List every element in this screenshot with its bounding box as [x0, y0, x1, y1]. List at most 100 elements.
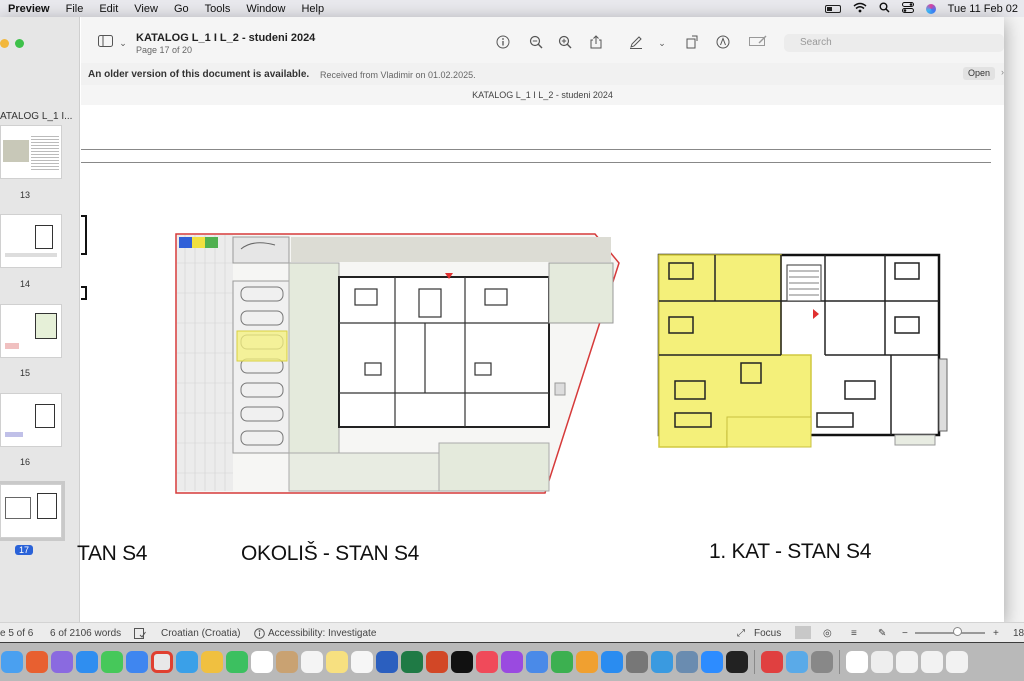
focus-icon[interactable]: ⤢ [737, 628, 745, 639]
document-stack-icon[interactable] [846, 651, 868, 673]
thumbnail-page-15[interactable] [0, 304, 62, 358]
proofing-icon[interactable] [134, 628, 146, 642]
anydesk-icon[interactable] [761, 651, 783, 673]
print-layout-icon[interactable] [795, 626, 811, 639]
excel-icon[interactable] [401, 651, 423, 673]
firefox-icon[interactable] [26, 651, 48, 673]
thumbnail-page-14[interactable] [0, 214, 62, 268]
messages-icon[interactable] [101, 651, 123, 673]
chrome-icon[interactable] [151, 651, 173, 673]
pdf-page: TAN S4 OKOLIŠ - STAN S4 1. KAT - STAN S4 [77, 105, 1004, 590]
thumbnail-floorplan [35, 404, 55, 428]
window-thumbnail-icon[interactable] [896, 651, 918, 673]
zoom-slider[interactable] [915, 632, 985, 634]
focus-button[interactable]: Focus [754, 628, 781, 639]
page-rule-top [81, 149, 991, 150]
sidebar-doc-label: ATALOG L_1 I... [0, 111, 73, 122]
preview-icon[interactable] [786, 651, 808, 673]
info-icon[interactable] [494, 35, 512, 51]
calculator-icon[interactable] [811, 651, 833, 673]
search-input[interactable]: Search [784, 34, 1004, 52]
apple-tv-icon[interactable] [451, 651, 473, 673]
app-store-dock-icon[interactable] [601, 651, 623, 673]
mail-icon[interactable] [126, 651, 148, 673]
siri-icon[interactable] [925, 3, 936, 14]
accessibility-status[interactable]: Accessibility: Investigate [268, 628, 376, 639]
outline-view-icon[interactable]: ≡ [851, 628, 857, 639]
zoom-level[interactable]: 18 [1013, 628, 1024, 639]
clock[interactable]: Tue 11 Feb 02 [948, 3, 1018, 15]
music-icon[interactable] [476, 651, 498, 673]
network-utility-icon[interactable] [676, 651, 698, 673]
app-store-icon[interactable] [176, 651, 198, 673]
window-thumbnail-icon[interactable] [946, 651, 968, 673]
menu-edit[interactable]: Edit [99, 3, 118, 15]
calendar-icon[interactable] [251, 651, 273, 673]
word-icon[interactable] [376, 651, 398, 673]
page-indicator: Page 17 of 20 [136, 45, 193, 55]
keynote-icon[interactable] [526, 651, 548, 673]
finder-icon[interactable] [1, 651, 23, 673]
zoom-in-icon[interactable] [556, 35, 574, 51]
language-status[interactable]: Croatian (Croatia) [161, 628, 240, 639]
minimize-button[interactable] [0, 39, 9, 48]
form-fill-icon[interactable] [749, 35, 767, 51]
system-settings-icon[interactable] [626, 651, 648, 673]
zoom-out-status-icon[interactable]: − [902, 628, 908, 639]
launchpad-icon[interactable] [51, 651, 73, 673]
chevron-right-icon[interactable]: › [1001, 67, 1004, 77]
safari-icon[interactable] [76, 651, 98, 673]
page-count-status[interactable]: e 5 of 6 [0, 628, 33, 639]
window-thumbnail-icon[interactable] [921, 651, 943, 673]
powerpoint-icon[interactable] [426, 651, 448, 673]
notes-icon[interactable] [326, 651, 348, 673]
terminal-icon[interactable] [726, 651, 748, 673]
thumbnail-page-17[interactable] [0, 481, 65, 541]
chevron-down-icon[interactable]: ⌄ [114, 35, 132, 51]
rotate-icon[interactable] [683, 35, 701, 51]
podcasts-icon[interactable] [501, 651, 523, 673]
thumbnail-page-16[interactable] [0, 393, 62, 447]
draft-view-icon[interactable]: ✎ [878, 628, 886, 639]
thumbnail-color-swatch [5, 343, 19, 349]
menu-help[interactable]: Help [301, 3, 324, 15]
wifi-icon[interactable] [853, 2, 867, 16]
battery-icon[interactable] [824, 4, 841, 13]
open-button[interactable]: Open [963, 67, 995, 80]
web-layout-icon[interactable]: ◎ [823, 628, 832, 639]
reminders-icon[interactable] [301, 651, 323, 673]
facetime-icon[interactable] [226, 651, 248, 673]
thumbnail-page-13[interactable] [0, 125, 62, 179]
zoom-slider-knob[interactable] [953, 627, 962, 636]
markup-toolbar-icon[interactable] [714, 35, 732, 51]
menu-window[interactable]: Window [246, 3, 285, 15]
spotlight-icon[interactable] [879, 2, 890, 16]
numbers-icon[interactable] [551, 651, 573, 673]
menu-tools[interactable]: Tools [205, 3, 231, 15]
share-icon[interactable] [587, 35, 605, 51]
photos-icon[interactable] [201, 651, 223, 673]
downloads-stack-icon[interactable] [871, 651, 893, 673]
accessibility-icon[interactable] [254, 628, 265, 642]
app-menu[interactable]: Preview [8, 3, 50, 15]
menu-go[interactable]: Go [174, 3, 189, 15]
floor-plan-drawing [657, 253, 948, 448]
zoom-out-icon[interactable] [527, 35, 545, 51]
markup-chevron-icon[interactable]: ⌄ [653, 35, 671, 51]
word-count-status[interactable]: 6 of 2106 words [50, 628, 121, 639]
contacts-icon[interactable] [276, 651, 298, 673]
document-title: KATALOG L_1 I L_2 - studeni 2024 [136, 32, 316, 44]
thumbnail-label-13: 13 [19, 190, 30, 200]
pages-icon[interactable] [576, 651, 598, 673]
window-controls [0, 39, 24, 48]
freeform-icon[interactable] [351, 651, 373, 673]
zoom-in-status-icon[interactable]: + [993, 628, 999, 639]
menu-file[interactable]: File [66, 3, 84, 15]
sidebar-toggle-icon[interactable] [96, 35, 114, 51]
zoom-button[interactable] [15, 39, 24, 48]
markup-pen-icon[interactable] [627, 35, 645, 51]
menu-view[interactable]: View [134, 3, 158, 15]
control-center-icon[interactable] [901, 1, 914, 16]
zoom-app-icon[interactable] [701, 651, 723, 673]
teamviewer-icon[interactable] [651, 651, 673, 673]
